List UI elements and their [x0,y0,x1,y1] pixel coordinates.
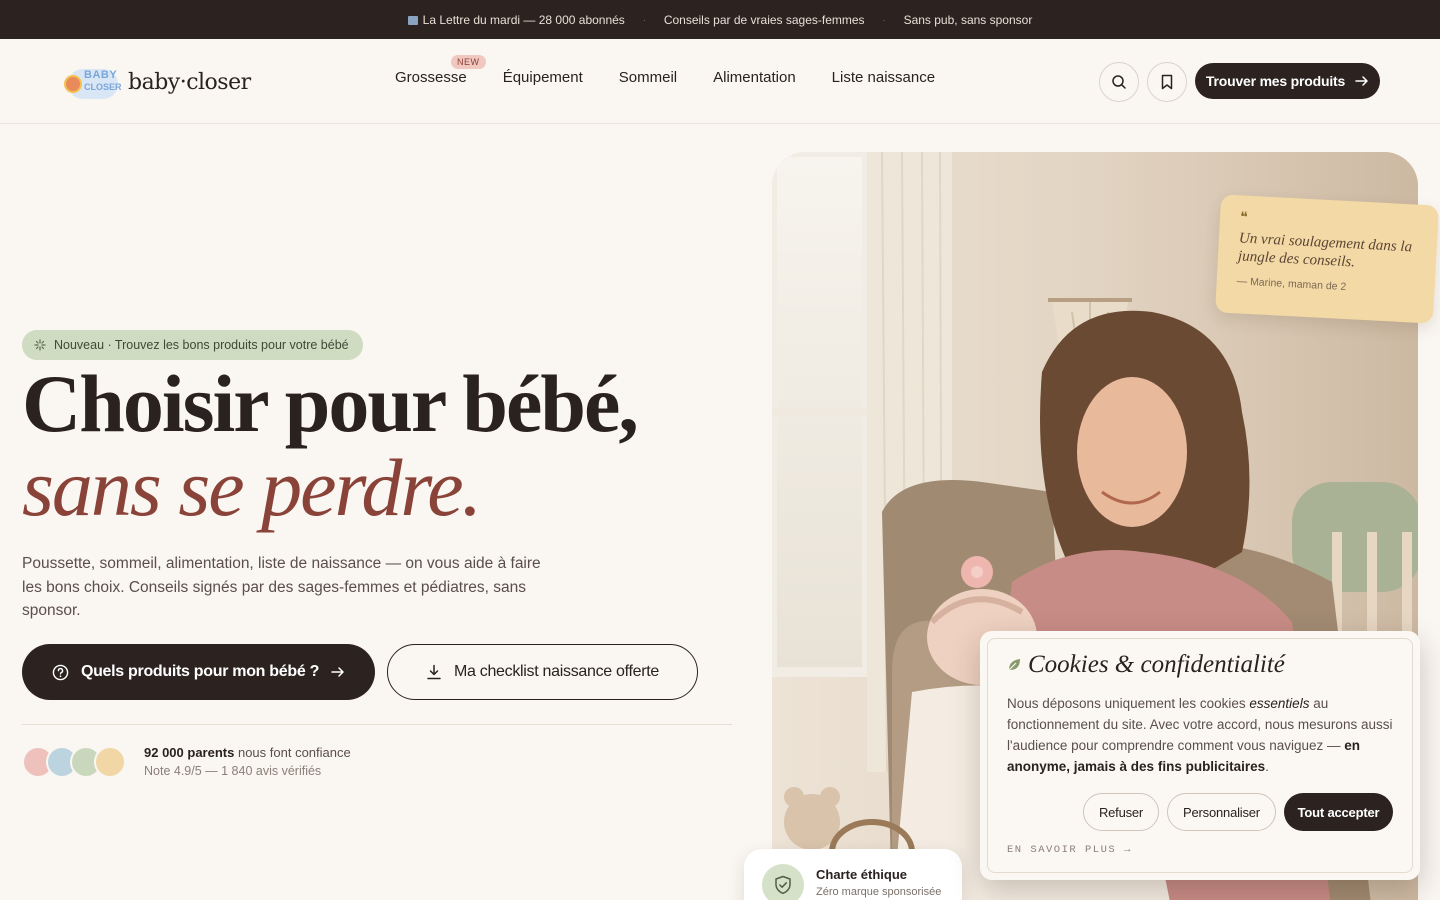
product-quiz-label: Quels produits pour mon bébé ? [80,663,320,680]
separator-dot: · [882,14,886,25]
help-circle-icon [52,664,69,680]
nav-item-sommeil[interactable]: Sommeil [619,69,677,86]
bookmark-icon [1161,74,1173,90]
ethic-title: Charte éthique [816,867,908,882]
cookie-title: Cookies & confidentialité [1006,651,1285,679]
hero-lead: Poussette, sommeil, alimentation, liste … [22,555,541,619]
find-products-label: Trouver mes produits [1205,73,1346,89]
refuse-button[interactable]: Refuser [1083,793,1159,831]
product-quiz-button[interactable]: Quels produits pour mon bébé ? [22,644,375,700]
logo[interactable]: BABY CLOSER baby·closer [62,63,251,101]
nav-label: Grossesse [395,69,467,86]
no-ads-text: Sans pub, sans sponsor [903,12,1033,27]
trust-number: 92 000 parents [144,745,235,760]
shield-check-icon [775,875,791,895]
checklist-download-button[interactable]: Ma checklist naissance offerte [387,644,698,700]
nav-item-alimentation[interactable]: Alimentation [713,69,796,86]
search-button[interactable] [1099,62,1139,102]
newsletter-icon [407,15,418,25]
cookie-title-text: Cookies & confidentialité [1028,651,1285,678]
shield-badge [762,864,804,900]
announcement-bar: La Lettre du mardi — 28 000 abonnés · Co… [0,0,1440,39]
leaf-icon [1008,659,1020,671]
new-feature-pill[interactable]: Nouveau · Trouvez les bons produits pour… [22,330,363,360]
testimonial-text: Un vrai soulagement dans la jungle des c… [1237,230,1413,271]
hero-title-accent: sans se perdre. [22,442,482,533]
new-badge: NEW [451,55,486,69]
rating-text: Note 4.9/5 — 1 840 avis vérifiés [144,764,322,778]
parent-avatars [22,746,132,780]
accept-all-button[interactable]: Tout accepter [1284,793,1393,831]
search-icon [1112,75,1126,89]
newsletter-text: La Lettre du mardi — 28 000 abonnés [422,12,625,27]
nav-item-equipement[interactable]: Équipement [503,69,583,86]
brand-name: baby·closer [128,69,251,95]
find-products-button[interactable]: Trouver mes produits [1195,63,1380,99]
checklist-label: Ma checklist naissance offerte [453,663,660,680]
arrow-right-icon [1355,76,1368,86]
divider [22,724,732,725]
hero-title: Choisir pour bébé, [22,358,639,449]
cookie-text: . [1265,759,1269,774]
bird-icon [64,75,82,93]
cookie-text-emphasis: essentiels [1249,696,1310,711]
learn-more-link[interactable]: EN SAVOIR PLUS → [1007,844,1132,856]
bookmark-button[interactable] [1147,62,1187,102]
newsletter-info: La Lettre du mardi — 28 000 abonnés [407,12,625,27]
download-icon [427,664,441,680]
avatar [94,746,126,778]
pill-text: Nouveau · Trouvez les bons produits pour… [54,338,349,352]
logo-mark-text: CLOSER [84,82,122,92]
site-header: BABY CLOSER baby·closer Grossesse NEW Éq… [0,39,1440,124]
sparkle-icon [34,339,46,351]
cookie-banner: Cookies & confidentialité Nous déposons … [980,631,1420,880]
midwives-text: Conseils par de vraies sages-femmes [663,12,865,27]
logo-mark-text: BABY [84,69,118,81]
separator-dot: · [642,14,646,25]
nav-item-grossesse[interactable]: Grossesse NEW [395,55,486,86]
testimonial-author: — Marine, maman de 2 [1236,275,1347,294]
cookie-description: Nous déposons uniquement les cookies ess… [1007,693,1397,777]
trust-count: 92 000 parents nous font confiance [144,745,351,760]
cookie-text: Nous déposons uniquement les cookies [1007,696,1250,711]
testimonial-card: ❝ Un vrai soulagement dans la jungle des… [1215,194,1439,324]
ethic-charter-card[interactable]: Charte éthique Zéro marque sponsorisée [744,849,962,900]
trust-text: nous font confiance [237,745,351,760]
customize-button[interactable]: Personnaliser [1167,793,1276,831]
logo-mark: BABY CLOSER [62,63,122,101]
nav-item-liste-naissance[interactable]: Liste naissance [832,69,935,86]
main-nav: Grossesse NEW Équipement Sommeil Aliment… [395,55,935,86]
ethic-subtitle: Zéro marque sponsorisée [816,886,942,898]
arrow-right-icon [331,667,344,677]
